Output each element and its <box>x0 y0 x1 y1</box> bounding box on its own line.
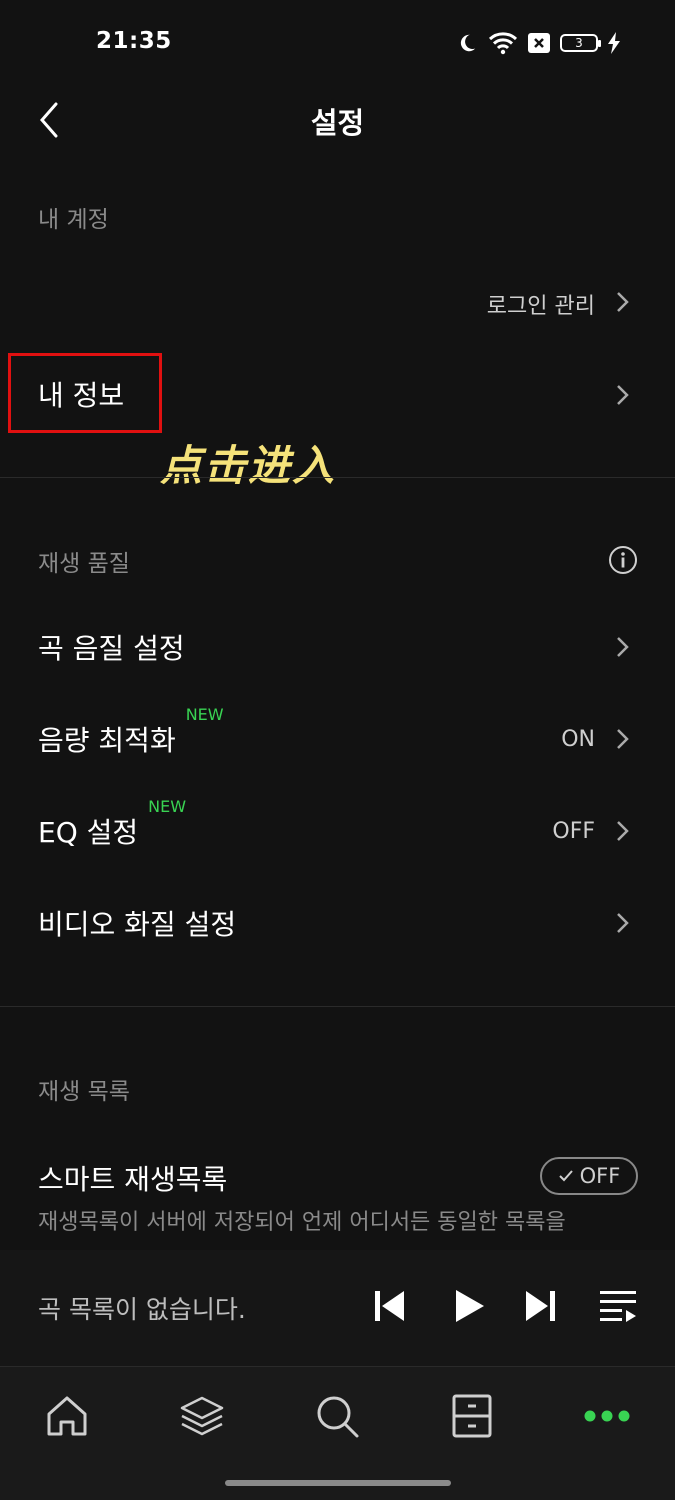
chevron-right-icon <box>617 913 629 933</box>
chevron-right-icon <box>617 385 629 405</box>
video-quality-row[interactable]: 비디오 화질 설정 <box>0 891 675 955</box>
eq-setting-row[interactable]: EQ 설정 NEW OFF <box>0 797 675 863</box>
queue-icon[interactable] <box>598 1286 638 1326</box>
skip-previous-icon[interactable] <box>370 1286 410 1326</box>
chevron-right-icon <box>617 821 629 841</box>
divider <box>0 1006 675 1007</box>
login-manage-row[interactable]: 로그인 관리 <box>0 270 675 334</box>
info-icon[interactable] <box>608 545 638 575</box>
section-playback-quality: 재생 품질 <box>38 551 130 577</box>
section-playlist: 재생 목록 <box>38 1079 130 1105</box>
new-badge: NEW <box>148 797 187 816</box>
cabinet-icon[interactable] <box>448 1392 496 1440</box>
smart-playlist-toggle-label: OFF <box>579 1164 621 1188</box>
login-manage-label: 로그인 관리 <box>486 294 595 319</box>
player-empty-text: 곡 목록이 없습니다. <box>38 1295 246 1324</box>
song-quality-label: 곡 음질 설정 <box>38 632 185 665</box>
chevron-right-icon <box>617 292 629 312</box>
battery-level: 3 <box>575 36 583 50</box>
battery-icon: 3 <box>560 34 601 52</box>
eq-label-wrap: EQ 설정 NEW <box>38 797 186 851</box>
wifi-icon <box>488 32 518 55</box>
annotation-text: 点击进入 <box>160 441 337 490</box>
more-icon[interactable] <box>583 1392 631 1440</box>
volume-optimize-value: ON <box>561 727 595 752</box>
divider <box>0 477 675 478</box>
search-icon[interactable] <box>313 1392 361 1440</box>
volume-optimize-label-wrap: 음량 최적화 NEW <box>38 705 224 759</box>
chevron-right-icon <box>617 637 629 657</box>
status-time: 21:35 <box>96 28 172 54</box>
smart-playlist-toggle[interactable]: OFF <box>540 1157 638 1195</box>
charging-icon <box>608 32 620 54</box>
home-indicator <box>225 1480 451 1486</box>
smart-playlist-label: 스마트 재생목록 <box>38 1163 228 1196</box>
volume-optimize-row[interactable]: 음량 최적화 NEW ON <box>0 705 675 771</box>
volume-optimize-label: 음량 최적화 <box>38 724 176 757</box>
new-badge: NEW <box>185 705 224 724</box>
moon-icon <box>460 34 476 52</box>
status-icons: 3 <box>456 30 620 56</box>
smart-playlist-description: 재생목록이 서버에 저장되어 언제 어디서든 동일한 목록을 <box>38 1210 566 1235</box>
eq-setting-label: EQ 설정 <box>38 816 139 849</box>
layers-icon[interactable] <box>178 1392 226 1440</box>
skip-next-icon[interactable] <box>520 1286 560 1326</box>
sim-icon <box>528 33 550 53</box>
chevron-right-icon <box>617 729 629 749</box>
song-quality-row[interactable]: 곡 음질 설정 <box>0 615 675 679</box>
home-icon[interactable] <box>43 1392 91 1440</box>
section-my-account: 내 계정 <box>38 207 109 233</box>
play-icon[interactable] <box>448 1286 488 1326</box>
highlight-box <box>8 353 162 433</box>
check-icon <box>558 1170 573 1182</box>
page-title: 설정 <box>310 106 365 140</box>
video-quality-label: 비디오 화질 설정 <box>38 908 237 941</box>
eq-setting-value: OFF <box>552 819 595 844</box>
